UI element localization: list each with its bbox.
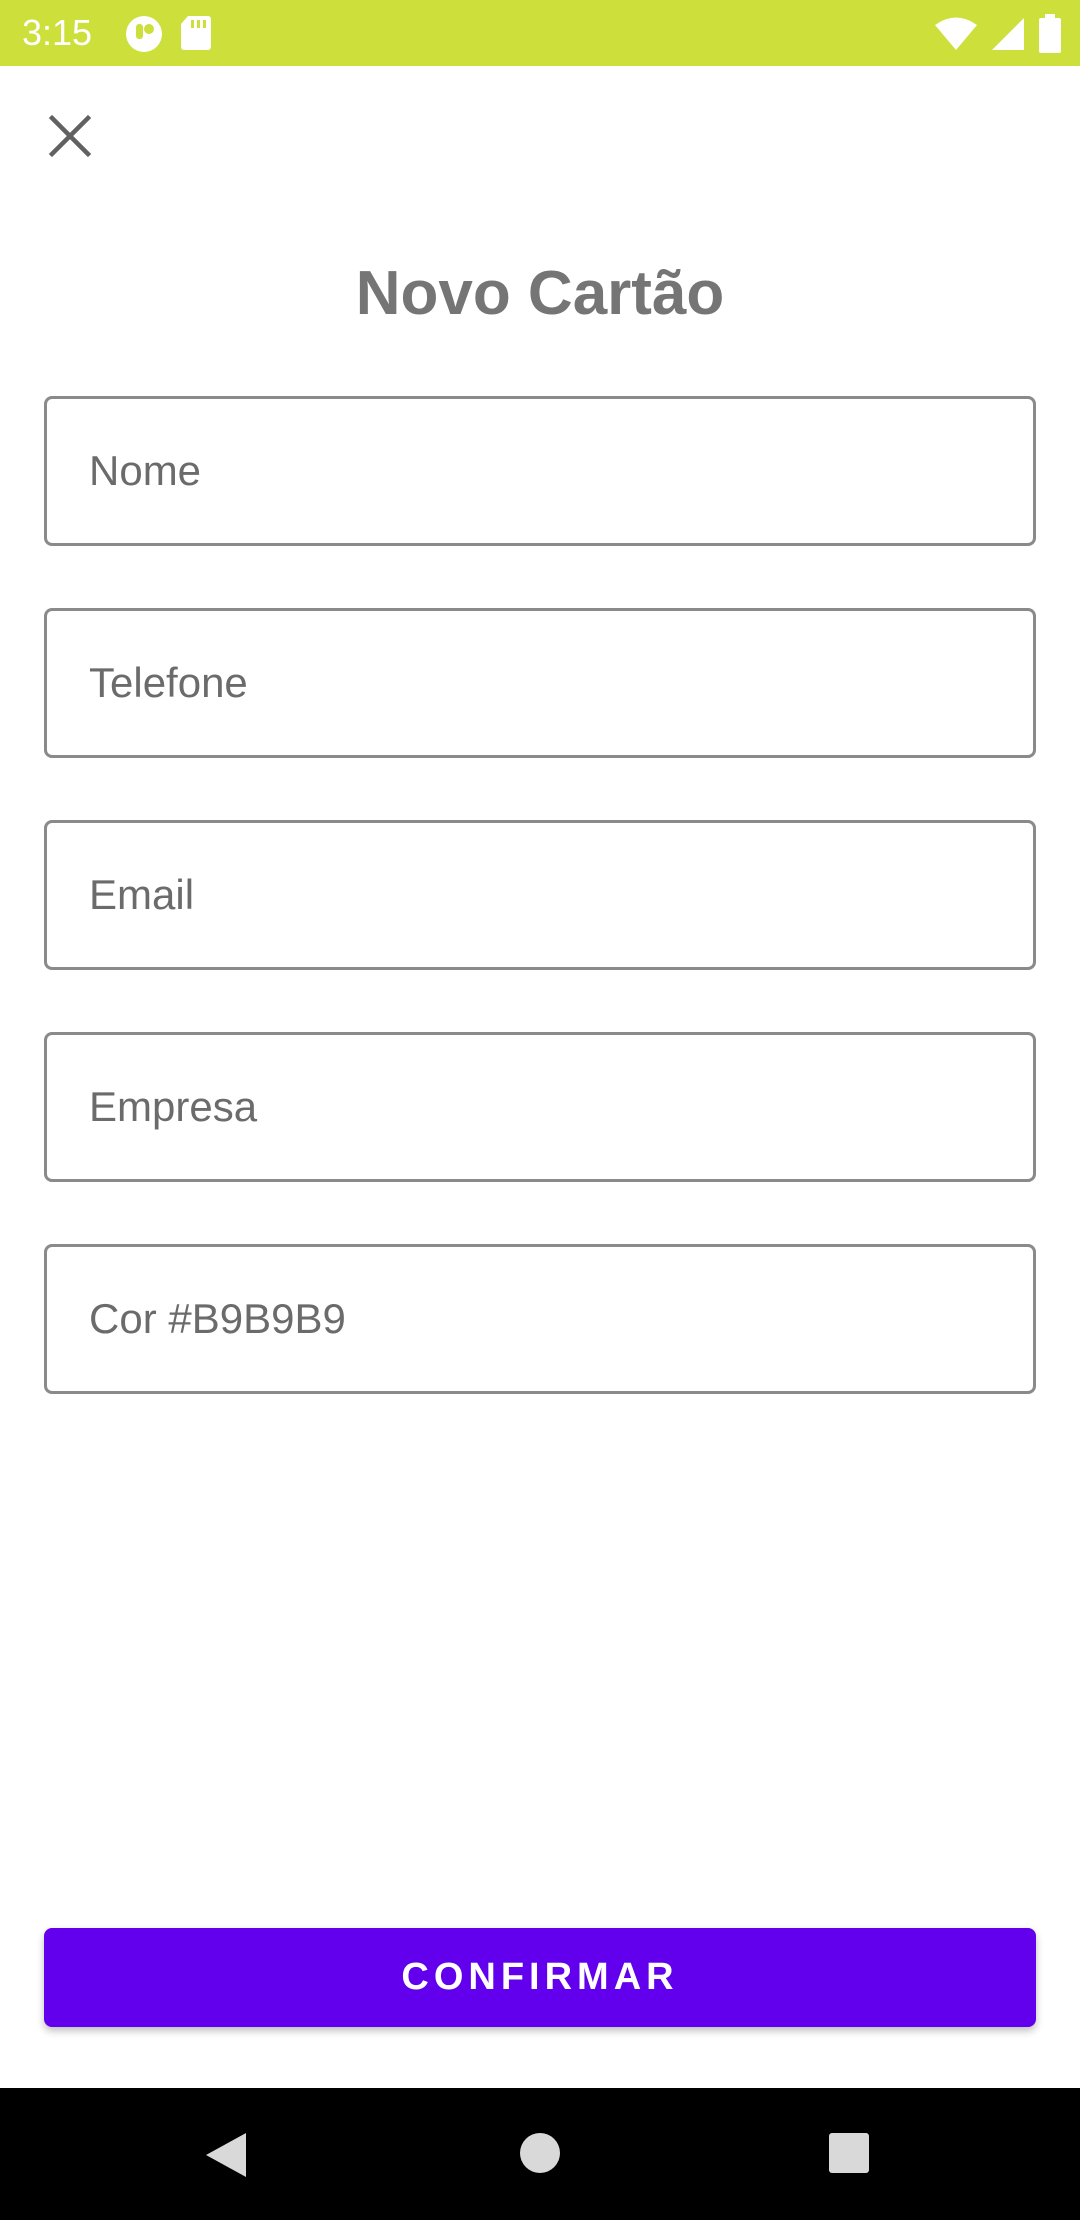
confirm-button[interactable]: CONFIRMAR [44,1928,1036,2027]
status-time: 3:15 [22,12,93,53]
home-icon[interactable] [517,2130,563,2176]
cell-signal-icon [992,18,1024,50]
page-title: Novo Cartão [355,259,725,328]
new-card-screen: 3:15 Novo Cartão Nome Telefone Email Emp… [0,0,1080,2220]
nome-input[interactable] [47,399,1033,543]
telefone-field[interactable] [44,608,1036,758]
telefone-input[interactable] [47,611,1033,755]
notification-app-icon [126,16,162,52]
email-input[interactable] [47,823,1033,967]
close-icon [48,114,92,158]
email-field[interactable] [44,820,1036,970]
sd-card-icon [181,16,211,50]
navigation-bar [0,2088,1080,2220]
empresa-input[interactable] [47,1035,1033,1179]
battery-icon [1039,14,1061,53]
nome-field[interactable] [44,396,1036,546]
status-bar: 3:15 [0,0,1080,66]
recents-icon[interactable] [828,2132,870,2174]
status-right-icons [934,14,1062,54]
empresa-field[interactable] [44,1032,1036,1182]
cor-input[interactable] [47,1247,1033,1391]
close-button[interactable] [40,106,100,166]
wifi-icon [935,17,977,50]
back-icon[interactable] [202,2130,248,2180]
cor-field[interactable] [44,1244,1036,1394]
status-left-icons [124,14,212,54]
